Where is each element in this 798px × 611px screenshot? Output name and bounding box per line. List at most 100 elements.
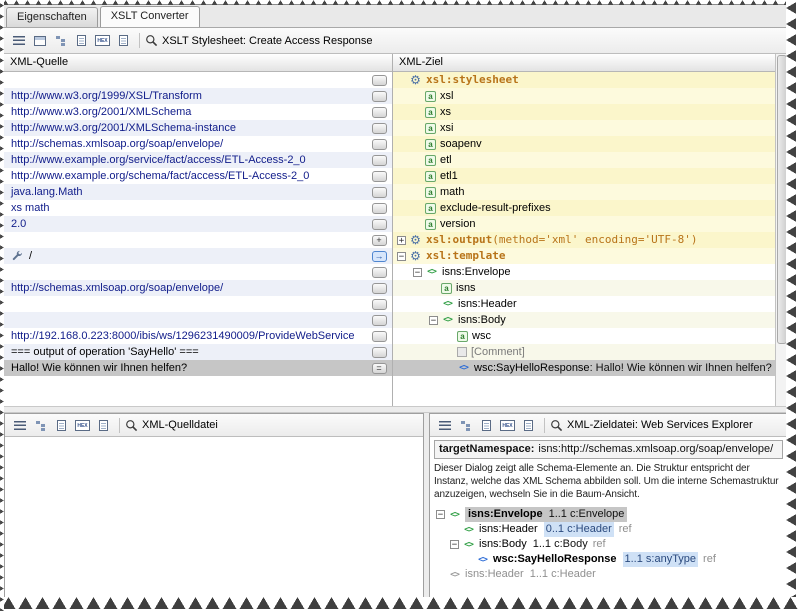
menu-button[interactable] <box>10 416 29 435</box>
attr-icon: a <box>425 107 436 118</box>
source-row[interactable]: http://www.example.org/service/fact/acce… <box>4 152 366 168</box>
tree-button[interactable] <box>51 31 70 50</box>
doc-button[interactable] <box>72 31 91 50</box>
map-button-blank[interactable] <box>372 123 387 134</box>
target-row[interactable]: amath <box>393 184 775 200</box>
tree-button[interactable] <box>456 416 475 435</box>
map-button-blank[interactable] <box>372 155 387 166</box>
target-row[interactable]: +⚙xsl:output (method='xml' encoding='UTF… <box>393 232 775 248</box>
target-row[interactable]: <>wsc:SayHelloResponse : Hallo! Wie könn… <box>393 360 775 376</box>
map-button-arrow[interactable]: → <box>372 251 387 262</box>
tab-eigenschaften[interactable]: Eigenschaften <box>6 7 98 27</box>
schema-node-name: isns:Body <box>479 537 527 552</box>
map-button-blank[interactable] <box>372 219 387 230</box>
map-button-equals[interactable]: = <box>372 363 387 374</box>
map-button-blank[interactable] <box>372 107 387 118</box>
schema-row[interactable]: −<>isns:Envelope1..1 c:Envelope <box>434 507 783 522</box>
map-button-blank[interactable] <box>372 347 387 358</box>
target-row[interactable]: asoapenv <box>393 136 775 152</box>
target-row[interactable]: aetl1 <box>393 168 775 184</box>
map-button-blank[interactable] <box>372 75 387 86</box>
source-row[interactable]: java.lang.Math <box>4 184 366 200</box>
map-button-blank[interactable] <box>372 315 387 326</box>
source-row[interactable]: http://www.example.org/schema/fact/acces… <box>4 168 366 184</box>
doc-button[interactable] <box>52 416 71 435</box>
map-button-blank[interactable] <box>372 139 387 150</box>
source-row[interactable] <box>4 72 366 88</box>
target-row[interactable]: axs <box>393 104 775 120</box>
source-row[interactable] <box>4 264 366 280</box>
target-node-name: xs <box>440 104 451 120</box>
attr-icon: a <box>457 331 468 342</box>
tree-button[interactable] <box>31 416 50 435</box>
map-button-blank[interactable] <box>372 283 387 294</box>
map-button-blank[interactable] <box>372 91 387 102</box>
map-button-plus[interactable]: + <box>372 235 387 246</box>
collapse-icon[interactable]: − <box>397 252 406 261</box>
collapse-icon[interactable]: − <box>429 316 438 325</box>
doc-icon <box>524 420 533 431</box>
map-button-blank[interactable] <box>372 267 387 278</box>
source-row[interactable]: http://www.w3.org/2001/XMLSchema-instanc… <box>4 120 366 136</box>
map-button-blank[interactable] <box>372 187 387 198</box>
collapse-icon[interactable]: − <box>413 268 422 277</box>
expand-icon[interactable]: + <box>397 236 406 245</box>
source-row[interactable]: http://www.w3.org/1999/XSL/Transform <box>4 88 366 104</box>
indent-spacer <box>413 192 425 193</box>
target-file-panel: HEX XML-Zieldatei: Web Services Explorer… <box>429 413 788 598</box>
collapse-icon[interactable]: − <box>436 510 445 519</box>
attr-icon: a <box>425 123 436 134</box>
source-row[interactable]: xs math <box>4 200 366 216</box>
source-row[interactable]: http://192.168.0.223:8000/ibis/ws/129623… <box>4 328 366 344</box>
map-button-blank[interactable] <box>372 203 387 214</box>
source-row[interactable]: Hallo! Wie können wir Ihnen helfen? <box>4 360 366 376</box>
source-row[interactable]: http://schemas.xmlsoap.org/soap/envelope… <box>4 280 366 296</box>
target-row[interactable]: aisns <box>393 280 775 296</box>
target-row[interactable]: −<>isns:Envelope <box>393 264 775 280</box>
schema-row[interactable]: −<>isns:Body1..1 c:Bodyref <box>434 537 783 552</box>
stylesheet-search: XSLT Stylesheet: Create Access Response <box>145 34 373 47</box>
panel-button[interactable] <box>30 31 49 50</box>
doc-button[interactable] <box>114 31 133 50</box>
source-row[interactable] <box>4 312 366 328</box>
source-row[interactable]: / <box>4 248 366 264</box>
source-row[interactable]: === output of operation 'SayHello' === <box>4 344 366 360</box>
doc-button[interactable] <box>477 416 496 435</box>
source-row[interactable]: http://schemas.xmlsoap.org/soap/envelope… <box>4 136 366 152</box>
tab-xslt-converter[interactable]: XSLT Converter <box>100 6 200 27</box>
map-button-blank[interactable] <box>372 331 387 342</box>
collapse-icon[interactable]: − <box>450 540 459 549</box>
hex-button[interactable]: HEX <box>73 416 92 435</box>
horizontal-splitter[interactable] <box>4 406 788 413</box>
schema-row[interactable]: <>wsc:SayHelloResponse1..1 s:anyTyperef <box>434 552 783 567</box>
target-row[interactable]: awsc <box>393 328 775 344</box>
target-row[interactable]: axsl <box>393 88 775 104</box>
target-row[interactable]: −<>isns:Body <box>393 312 775 328</box>
source-row[interactable] <box>4 232 366 248</box>
toolbar-separator <box>119 418 120 433</box>
target-row[interactable]: −⚙xsl:template <box>393 248 775 264</box>
target-row[interactable]: ⚙xsl:stylesheet <box>393 72 775 88</box>
map-button-blank[interactable] <box>372 299 387 310</box>
schema-row[interactable]: <>isns:Header1..1 c:Header <box>434 567 783 582</box>
target-row[interactable]: [Comment] <box>393 344 775 360</box>
target-row[interactable]: aexclude-result-prefixes <box>393 200 775 216</box>
doc-button[interactable] <box>94 416 113 435</box>
doc-button[interactable] <box>519 416 538 435</box>
menu-button[interactable] <box>9 31 28 50</box>
source-row[interactable]: 2.0 <box>4 216 366 232</box>
schema-row[interactable]: <>isns:Header0..1 c:Headerref <box>434 522 783 537</box>
source-row[interactable] <box>4 296 366 312</box>
menu-button[interactable] <box>435 416 454 435</box>
target-row[interactable]: aetl <box>393 152 775 168</box>
hex-button[interactable]: HEX <box>498 416 517 435</box>
target-row[interactable]: <>isns:Header <box>393 296 775 312</box>
cardinality-type: 1..1 c:Body <box>533 537 588 552</box>
map-button-blank[interactable] <box>372 171 387 182</box>
target-row[interactable]: aversion <box>393 216 775 232</box>
source-row-text: http://schemas.xmlsoap.org/soap/envelope… <box>11 136 223 152</box>
indent-spacer <box>434 529 450 530</box>
target-row[interactable]: axsi <box>393 120 775 136</box>
source-row[interactable]: http://www.w3.org/2001/XMLSchema <box>4 104 366 120</box>
hex-button[interactable]: HEX <box>93 31 112 50</box>
